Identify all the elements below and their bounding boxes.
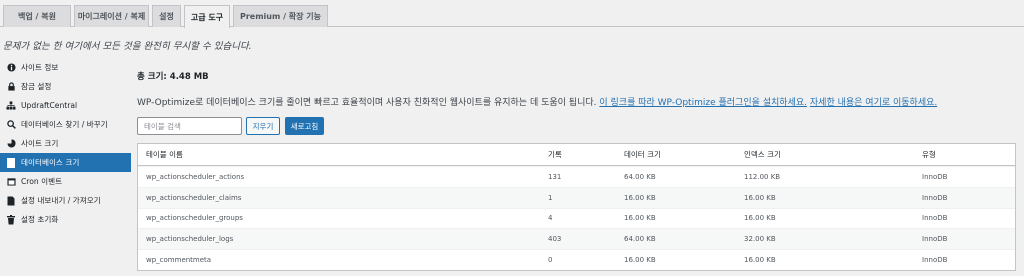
column-header[interactable]: 인덱스 크기 [744, 149, 781, 160]
database-table: 테이블 이름 기록 데이터 크기 인덱스 크기 유형 wp_actionsche… [137, 143, 1016, 271]
trash-icon [6, 214, 16, 225]
type-cell: InnoDB [922, 193, 948, 202]
table-name-cell: wp_actionscheduler_claims [146, 193, 242, 202]
column-header[interactable]: 테이블 이름 [146, 149, 183, 160]
type-cell: InnoDB [922, 235, 948, 244]
table-header: 테이블 이름 기록 데이터 크기 인덱스 크기 유형 [138, 144, 1015, 166]
data-size-cell: 64.00 KB [624, 172, 656, 181]
index-size-cell: 16.00 KB [744, 214, 776, 223]
info-icon [6, 63, 16, 73]
database-icon [6, 157, 16, 168]
sidebar-item-label: 설정 내보내기 / 가져오기 [21, 196, 101, 205]
records-cell: 4 [548, 214, 553, 223]
sidebar-item-label: 사이트 정보 [21, 63, 59, 72]
sidebar-item-site-info[interactable]: 사이트 정보 [0, 58, 131, 77]
table-name-cell: wp_actionscheduler_actions [146, 172, 245, 181]
table-row: wp_actionscheduler_actions 131 64.00 KB … [138, 166, 1015, 187]
lock-icon [6, 82, 16, 92]
index-size-cell: 16.00 KB [744, 193, 776, 202]
clear-button[interactable]: 지우기 [246, 117, 280, 135]
records-cell: 131 [548, 172, 562, 181]
data-size-cell: 16.00 KB [624, 193, 656, 202]
sidebar-item-label: 잠금 설정 [21, 82, 52, 91]
more-info-link[interactable]: 자세한 내용은 여기로 이동하세요. [810, 98, 937, 108]
document-icon [6, 196, 16, 206]
tab-settings[interactable]: 설정 [152, 5, 181, 27]
records-cell: 403 [548, 235, 562, 244]
sidebar-item-lock-settings[interactable]: 잠금 설정 [0, 77, 131, 96]
table-row: wp_actionscheduler_groups 4 16.00 KB 16.… [138, 207, 1015, 229]
sidebar-item-export-import[interactable]: 설정 내보내기 / 가져오기 [0, 191, 131, 210]
sidebar: 사이트 정보 잠금 설정 UpdraftCentral 데이터베이스 찾기 / … [0, 58, 131, 229]
sidebar-item-label: Cron 이벤트 [21, 177, 63, 186]
refresh-button[interactable]: 새로고침 [285, 117, 324, 135]
table-name-cell: wp_actionscheduler_groups [146, 214, 243, 223]
network-icon [6, 101, 16, 111]
tab-backup-restore[interactable]: 백업 / 복원 [3, 5, 71, 27]
total-size: 총 크기: 4.48 MB [137, 72, 209, 82]
table-row: wp_actionscheduler_claims 1 16.00 KB 16.… [138, 186, 1015, 208]
type-cell: InnoDB [922, 172, 948, 181]
install-plugin-link[interactable]: 이 링크를 따라 WP-Optimize 플러그인을 설치하세요. [599, 98, 807, 108]
chart-icon [6, 139, 16, 149]
tab-advanced-tools[interactable]: 고급 도구 [184, 5, 230, 28]
search-icon [6, 120, 16, 130]
type-cell: InnoDB [922, 214, 948, 223]
table-row: wp_commentmeta 0 16.00 KB 16.00 KB InnoD… [138, 249, 1015, 270]
records-cell: 1 [548, 193, 553, 202]
sidebar-item-label: UpdraftCentral [21, 101, 78, 110]
tab-bar: 백업 / 복원 마이그레이션 / 복제 설정 고급 도구 Premium / 확… [0, 0, 1024, 28]
index-size-cell: 112.00 KB [744, 172, 781, 181]
sidebar-item-cron-events[interactable]: Cron 이벤트 [0, 172, 131, 191]
table-name-cell: wp_actionscheduler_logs [146, 235, 234, 244]
description-text: WP-Optimize로 데이터베이스 크기를 줄이면 빠르고 효율적이며 사용… [137, 98, 597, 108]
column-header[interactable]: 유형 [922, 149, 936, 160]
calendar-icon [6, 177, 16, 187]
tab-migrate-clone[interactable]: 마이그레이션 / 복제 [74, 5, 149, 27]
sidebar-item-updraftcentral[interactable]: UpdraftCentral [0, 96, 131, 115]
sidebar-item-database-size[interactable]: 데이터베이스 크기 [0, 153, 131, 172]
sidebar-item-label: 설정 초기화 [21, 215, 59, 224]
data-size-cell: 16.00 KB [624, 214, 656, 223]
sidebar-item-label: 데이터베이스 찾기 / 바꾸기 [21, 120, 108, 129]
description: WP-Optimize로 데이터베이스 크기를 줄이면 빠르고 효율적이며 사용… [137, 95, 937, 108]
index-size-cell: 16.00 KB [744, 256, 776, 265]
data-size-cell: 64.00 KB [624, 235, 656, 244]
column-header[interactable]: 데이터 크기 [624, 149, 661, 160]
notice-text: 문제가 없는 한 여기에서 모든 것을 완전히 무시할 수 있습니다. [3, 41, 252, 52]
sidebar-item-label: 사이트 크기 [21, 139, 59, 148]
sidebar-item-label: 데이터베이스 크기 [21, 158, 80, 167]
table-name-cell: wp_commentmeta [146, 256, 212, 265]
sidebar-item-db-search-replace[interactable]: 데이터베이스 찾기 / 바꾸기 [0, 115, 131, 134]
table-search-input[interactable] [137, 117, 242, 135]
data-size-cell: 16.00 KB [624, 256, 656, 265]
tab-premium-extensions[interactable]: Premium / 확장 기능 [233, 5, 328, 27]
column-header[interactable]: 기록 [548, 149, 562, 160]
sidebar-item-site-size[interactable]: 사이트 크기 [0, 134, 131, 153]
index-size-cell: 32.00 KB [744, 235, 776, 244]
sidebar-item-reset-settings[interactable]: 설정 초기화 [0, 210, 131, 229]
table-row: wp_actionscheduler_logs 403 64.00 KB 32.… [138, 228, 1015, 250]
records-cell: 0 [548, 256, 553, 265]
type-cell: InnoDB [922, 256, 948, 265]
